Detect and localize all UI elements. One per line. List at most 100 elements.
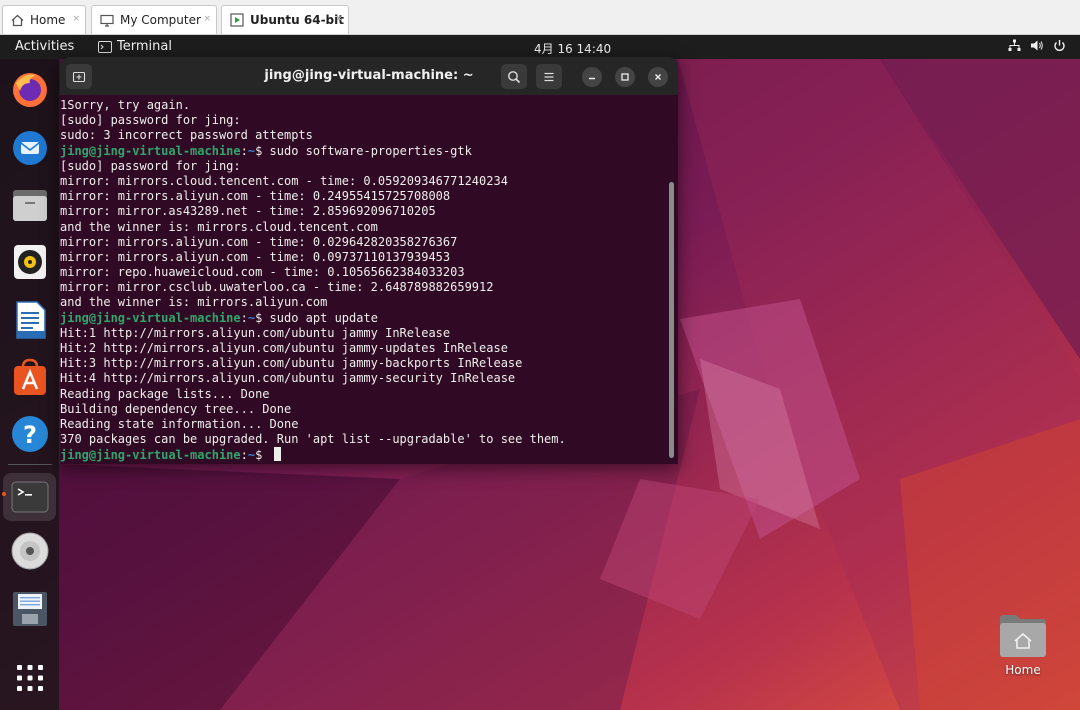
vm-tab-my-computer[interactable]: My Computer × xyxy=(91,5,217,34)
command-text: sudo apt update xyxy=(269,310,378,325)
dvd-icon[interactable] xyxy=(10,531,50,571)
terminal-titlebar[interactable]: jing@jing-virtual-machine: ~ xyxy=(60,57,678,95)
output-text: Reading package lists... Done xyxy=(60,386,270,401)
output-text: mirror: mirrors.cloud.tencent.com - time… xyxy=(60,173,508,188)
terminal-app-icon xyxy=(98,40,112,53)
terminal-line: Hit:3 http://mirrors.aliyun.com/ubuntu j… xyxy=(60,356,668,371)
terminal-line: Hit:2 http://mirrors.aliyun.com/ubuntu j… xyxy=(60,341,668,356)
system-tray[interactable] xyxy=(1008,39,1066,56)
dock-separator xyxy=(8,464,52,465)
prompt-dollar: $ xyxy=(255,448,270,463)
libreoffice-writer-icon[interactable] xyxy=(10,300,50,340)
search-icon xyxy=(508,70,521,83)
output-text: mirror: mirrors.aliyun.com - time: 0.249… xyxy=(60,189,451,204)
vm-tab-bar: Home × My Computer × Ubuntu 64-bit × xyxy=(0,0,1080,35)
terminal-line: mirror: mirrors.aliyun.com - time: 0.097… xyxy=(60,250,668,265)
output-text: mirror: mirror.csclub.uwaterloo.ca - tim… xyxy=(60,280,494,295)
output-text: Hit:4 http://mirrors.aliyun.com/ubuntu j… xyxy=(60,371,516,386)
dock: ? xyxy=(0,59,59,710)
terminal-line: sudo: 3 incorrect password attempts xyxy=(60,128,668,143)
prompt-dollar: $ xyxy=(255,310,270,325)
terminal-line: Hit:1 http://mirrors.aliyun.com/ubuntu j… xyxy=(60,326,668,341)
output-text: Reading state information... Done xyxy=(60,416,299,431)
prompt-user: jing@jing-virtual-machine xyxy=(60,143,241,158)
app-menu[interactable]: Terminal xyxy=(98,39,172,54)
terminal-line: 370 packages can be upgraded. Run 'apt l… xyxy=(60,432,668,447)
vm-run-icon xyxy=(230,13,244,27)
clock[interactable]: 4月 16 14:40 xyxy=(534,40,611,57)
terminal-output[interactable]: 1Sorry, try again. [sudo] password for ji… xyxy=(60,98,668,463)
terminal-line: mirror: mirror.as43289.net - time: 2.859… xyxy=(60,204,668,219)
help-icon[interactable]: ? xyxy=(10,414,50,454)
vm-tab-label: Home xyxy=(30,13,66,27)
terminal-line: [sudo] password for jing: xyxy=(60,159,668,174)
command-text: sudo software-properties-gtk xyxy=(269,143,472,158)
tab-close-icon[interactable]: × xyxy=(203,14,211,24)
minimize-icon xyxy=(589,77,595,80)
output-text: 1Sorry, try again. xyxy=(60,98,191,112)
terminal-line: Building dependency tree... Done xyxy=(60,402,668,417)
terminal-line: mirror: mirrors.aliyun.com - time: 0.029… xyxy=(60,235,668,250)
floppy-icon[interactable] xyxy=(10,589,50,629)
maximize-button[interactable] xyxy=(615,67,635,87)
desktop-home-label: Home xyxy=(1005,663,1041,677)
terminal-icon[interactable] xyxy=(10,477,50,517)
output-text: Hit:2 http://mirrors.aliyun.com/ubuntu j… xyxy=(60,341,508,355)
search-button[interactable] xyxy=(501,64,527,89)
volume-icon[interactable] xyxy=(1030,39,1044,56)
minimize-button[interactable] xyxy=(582,67,602,87)
vm-tab-ubuntu[interactable]: Ubuntu 64-bit × xyxy=(221,5,349,34)
prompt-colon: : xyxy=(240,448,248,463)
prompt-user: jing@jing-virtual-machine xyxy=(60,448,241,463)
prompt-path: ~ xyxy=(247,310,256,325)
power-icon[interactable] xyxy=(1053,39,1066,56)
files-icon[interactable] xyxy=(10,185,50,225)
tab-close-icon[interactable]: × xyxy=(335,14,343,24)
vm-tab-home[interactable]: Home × xyxy=(2,5,86,34)
output-text: [sudo] password for jing: xyxy=(60,113,241,128)
terminal-line: jing@jing-virtual-machine:~$ xyxy=(60,447,668,462)
terminal-line: jing@jing-virtual-machine:~$ sudo softwa… xyxy=(60,144,668,159)
vm-tab-label: My Computer xyxy=(120,13,201,27)
terminal-line: [sudo] password for jing: xyxy=(60,113,668,128)
output-text: mirror: repo.huaweicloud.com - time: 0.1… xyxy=(60,265,465,280)
output-text: [sudo] password for jing: xyxy=(60,158,241,173)
show-apps-grid-icon[interactable] xyxy=(10,659,50,699)
app-menu-label: Terminal xyxy=(117,39,172,54)
terminal-line: Reading state information... Done xyxy=(60,417,668,432)
output-text: Hit:3 http://mirrors.aliyun.com/ubuntu j… xyxy=(60,356,523,371)
network-icon[interactable] xyxy=(1008,39,1021,56)
menu-button[interactable] xyxy=(536,64,562,89)
prompt-colon: : xyxy=(240,143,248,158)
output-text: Hit:1 http://mirrors.aliyun.com/ubuntu j… xyxy=(60,325,451,340)
terminal-line: and the winner is: mirrors.cloud.tencent… xyxy=(60,220,668,235)
close-button[interactable] xyxy=(648,67,668,87)
terminal-line: mirror: mirror.csclub.uwaterloo.ca - tim… xyxy=(60,280,668,295)
terminal-window[interactable]: jing@jing-virtual-machine: ~ 1Sorry, try… xyxy=(60,57,678,464)
desktop-home-folder-icon[interactable] xyxy=(998,612,1048,658)
firefox-icon[interactable] xyxy=(10,69,50,109)
prompt-dollar: $ xyxy=(255,143,270,158)
tab-close-icon[interactable]: × xyxy=(72,14,80,24)
app-center-icon[interactable] xyxy=(10,357,50,397)
prompt-user: jing@jing-virtual-machine xyxy=(60,310,241,325)
output-text: mirror: mirrors.aliyun.com - time: 0.029… xyxy=(60,234,458,249)
running-indicator xyxy=(2,492,6,496)
rhythmbox-icon[interactable] xyxy=(10,242,50,282)
svg-text:?: ? xyxy=(23,421,37,449)
terminal-line: Hit:4 http://mirrors.aliyun.com/ubuntu j… xyxy=(60,371,668,386)
terminal-line: Reading package lists... Done xyxy=(60,387,668,402)
thunderbird-icon[interactable] xyxy=(10,127,50,167)
activities-button[interactable]: Activities xyxy=(15,39,74,54)
hamburger-menu-icon xyxy=(544,72,554,81)
terminal-line: 1Sorry, try again. xyxy=(60,98,668,113)
close-icon xyxy=(655,74,661,80)
vm-tab-label: Ubuntu 64-bit xyxy=(250,13,344,27)
terminal-line: jing@jing-virtual-machine:~$ sudo apt up… xyxy=(60,311,668,326)
terminal-scrollbar[interactable] xyxy=(669,182,674,458)
terminal-line: mirror: repo.huaweicloud.com - time: 0.1… xyxy=(60,265,668,280)
terminal-line: mirror: mirrors.aliyun.com - time: 0.249… xyxy=(60,189,668,204)
terminal-line: mirror: mirrors.cloud.tencent.com - time… xyxy=(60,174,668,189)
maximize-icon xyxy=(621,73,629,81)
prompt-path: ~ xyxy=(247,143,256,158)
